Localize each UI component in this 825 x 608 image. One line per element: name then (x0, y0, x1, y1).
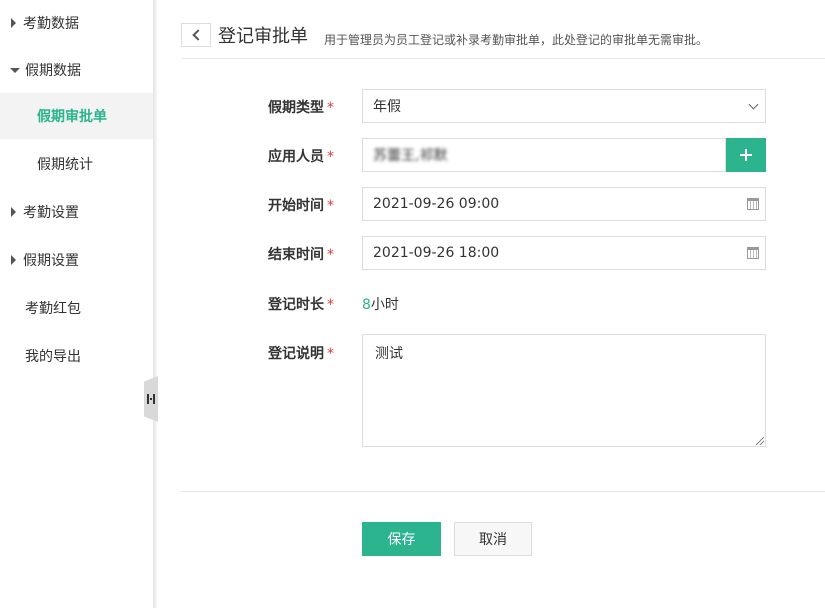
sidebar-item-attendance-settings[interactable]: 考勤设置 (0, 189, 153, 235)
leave-type-value: 年假 (373, 99, 401, 115)
sidebar-item-label: 假期审批单 (37, 109, 107, 125)
plus-icon (740, 149, 752, 161)
sidebar-item-label: 假期设置 (23, 253, 79, 269)
sidebar-item-label: 我的导出 (25, 349, 81, 365)
applicants-label: 应用人员 * (268, 146, 334, 166)
caret-right-icon (11, 18, 16, 28)
caret-right-icon (11, 207, 16, 217)
chevron-left-icon (191, 29, 204, 41)
end-time-input[interactable]: 2021-09-26 18:00 (362, 236, 766, 270)
note-value: 测试 (375, 346, 403, 362)
note-label: 登记说明 * (268, 343, 334, 363)
page-title: 登记审批单 (218, 26, 308, 47)
back-button[interactable] (181, 23, 211, 47)
cancel-button[interactable]: 取消 (454, 522, 532, 556)
end-time-value: 2021-09-26 18:00 (373, 245, 500, 261)
sidebar-item-label: 假期统计 (37, 157, 93, 173)
note-textarea[interactable]: 测试 (362, 334, 766, 447)
header-divider (181, 58, 825, 59)
leave-type-label: 假期类型 * (268, 97, 334, 117)
sidebar-item-my-exports[interactable]: 我的导出 (0, 333, 153, 379)
duration-unit: 小时 (370, 297, 399, 313)
leave-type-select[interactable]: 年假 (362, 89, 766, 123)
applicants-value: 苏蕾王,祁默 (373, 148, 448, 164)
required-mark: * (327, 198, 334, 214)
sidebar-item-red-packet[interactable]: 考勤红包 (0, 285, 153, 331)
start-time-input[interactable]: 2021-09-26 09:00 (362, 187, 766, 221)
add-applicant-button[interactable] (726, 138, 766, 172)
caret-down-icon (10, 67, 20, 73)
chevron-down-icon (748, 99, 759, 110)
required-mark: * (327, 100, 334, 116)
sidebar-item-attendance-data[interactable]: 考勤数据 (0, 0, 153, 46)
collapse-icon (147, 394, 155, 404)
duration-label: 登记时长 * (268, 294, 334, 314)
duration-label-text: 登记时长 (268, 297, 324, 313)
sidebar-item-label: 考勤设置 (23, 205, 79, 221)
end-time-label-text: 结束时间 (268, 247, 324, 263)
duration-value: 8小时 (362, 294, 399, 314)
sidebar-item-leave-data[interactable]: 假期数据 (0, 47, 153, 93)
sidebar-item-leave-settings[interactable]: 假期设置 (0, 237, 153, 283)
sidebar-divider (153, 0, 157, 608)
caret-right-icon (11, 255, 16, 265)
start-time-label-text: 开始时间 (268, 198, 324, 214)
sidebar-item-label: 考勤红包 (25, 301, 81, 317)
page-description: 用于管理员为员工登记或补录考勤审批单，此处登记的审批单无需审批。 (324, 33, 709, 47)
sidebar-item-label: 假期数据 (25, 63, 81, 79)
end-time-label: 结束时间 * (268, 244, 334, 264)
required-mark: * (327, 346, 334, 362)
duration-number: 8 (362, 297, 371, 313)
footer-divider (181, 491, 825, 492)
sidebar-item-leave-approval[interactable]: 假期审批单 (0, 93, 153, 139)
applicants-label-text: 应用人员 (268, 149, 324, 165)
calendar-icon[interactable] (747, 247, 759, 259)
leave-type-label-text: 假期类型 (268, 100, 324, 116)
applicants-field[interactable]: 苏蕾王,祁默 (362, 138, 726, 172)
required-mark: * (327, 247, 334, 263)
calendar-icon[interactable] (747, 198, 759, 210)
sidebar-item-label: 考勤数据 (23, 16, 79, 32)
required-mark: * (327, 149, 334, 165)
sidebar: 考勤数据 假期数据 假期审批单 假期统计 考勤设置 假期设置 考勤红包 我的导出 (0, 0, 153, 608)
resize-grip-icon[interactable] (756, 437, 764, 445)
start-time-value: 2021-09-26 09:00 (373, 196, 500, 212)
start-time-label: 开始时间 * (268, 195, 334, 215)
sidebar-item-leave-stats[interactable]: 假期统计 (0, 141, 153, 187)
sidebar-collapse-handle[interactable] (144, 376, 158, 422)
save-button[interactable]: 保存 (362, 522, 441, 556)
required-mark: * (327, 297, 334, 313)
note-label-text: 登记说明 (268, 346, 324, 362)
